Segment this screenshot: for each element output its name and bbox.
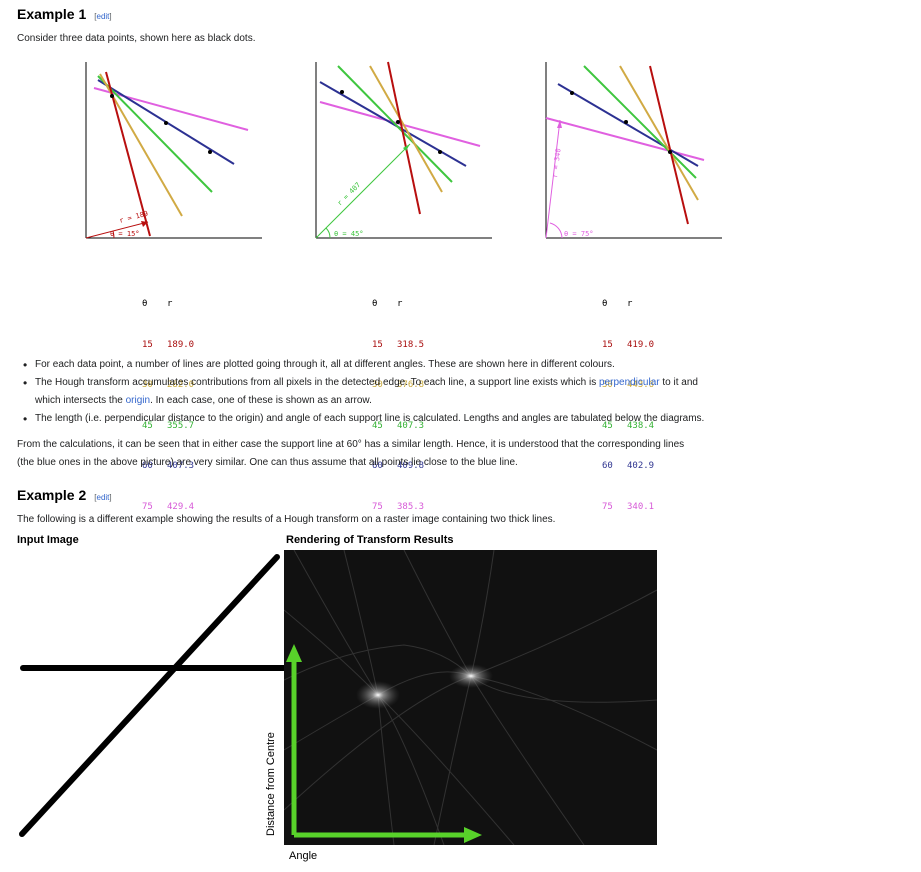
list-item: The Hough transform accumulates contribu… — [18, 374, 704, 410]
list-item: The length (i.e. perpendicular distance … — [18, 410, 704, 428]
data-point — [340, 90, 344, 94]
table-header: θr — [372, 299, 403, 309]
list-item: For each data point, a number of lines a… — [18, 356, 704, 374]
table-row: 15 419.0 — [602, 339, 655, 350]
example-1-intro: Consider three data points, shown here a… — [17, 33, 256, 44]
line-75 — [319, 101, 481, 147]
table-header: θr — [142, 299, 173, 309]
hough-figure-1: r = 189 θ = 15° — [85, 62, 262, 239]
line-15 — [649, 65, 689, 225]
peak-2 — [449, 664, 493, 688]
hough-figure-3: r = 340 θ = 75° — [545, 62, 722, 239]
line-30 — [619, 65, 699, 201]
origin-link[interactable]: origin — [126, 395, 150, 406]
line-45 — [583, 65, 697, 179]
table-row: 15 189.0 — [142, 339, 195, 350]
example-1-title: Example 1 — [17, 6, 87, 22]
data-point — [396, 120, 400, 124]
data-point — [668, 150, 672, 154]
hough-figure-2: r = 407 θ = 45° — [315, 61, 492, 239]
table-row: 15 318.5 — [372, 339, 425, 350]
peak-1 — [356, 681, 400, 709]
angle-arc — [325, 227, 331, 239]
edit-link-1[interactable]: edit — [97, 12, 110, 21]
angle-arc — [549, 222, 563, 239]
data-point — [208, 150, 212, 154]
line-45 — [337, 65, 453, 183]
theta-label: θ = 75° — [564, 230, 594, 238]
input-image-caption: Input Image — [17, 534, 79, 546]
line-60 — [319, 81, 467, 167]
input-image — [19, 554, 286, 837]
r-label: r = 407 — [336, 181, 363, 208]
support-arrow — [315, 143, 411, 239]
data-point — [624, 120, 628, 124]
line-60 — [557, 83, 699, 167]
r-label: r = 340 — [551, 148, 563, 178]
data-point — [164, 121, 168, 125]
x-axis-label: Angle — [289, 850, 318, 862]
table-header: θr — [602, 299, 633, 309]
theta-label: θ = 15° — [110, 230, 140, 238]
diagonal-thick-line — [19, 554, 280, 837]
example-1-heading: Example 1 [edit] — [17, 6, 112, 22]
line-15 — [387, 61, 421, 215]
y-axis-label: Distance from Centre — [265, 732, 277, 836]
example-2-heading: Example 2 [edit] — [17, 487, 112, 503]
edit-link-2[interactable]: edit — [97, 493, 110, 502]
edit-section-2: [edit] — [94, 493, 112, 502]
conclusion-line-2: (the blue ones in the above picture) are… — [17, 457, 518, 468]
theta-label: θ = 45° — [334, 230, 364, 238]
conclusion-line-1: From the calculations, it can be seen th… — [17, 439, 685, 450]
data-point — [570, 91, 574, 95]
hough-transform-result — [284, 550, 657, 845]
transform-result-caption: Rendering of Transform Results — [286, 534, 454, 546]
table-row: 75 340.1 — [602, 501, 655, 512]
example-2-intro: The following is a different example sho… — [17, 514, 556, 525]
edit-section-1: [edit] — [94, 12, 112, 21]
explanation-list: For each data point, a number of lines a… — [18, 356, 704, 428]
table-row: 60 402.9 — [602, 461, 655, 471]
perpendicular-link[interactable]: perpendicular — [599, 377, 660, 388]
data-point — [438, 150, 442, 154]
data-point — [110, 94, 114, 98]
example-2-title: Example 2 — [17, 487, 87, 503]
y-axis-label-wrap: Distance from Centre — [265, 732, 279, 850]
line-45 — [97, 75, 213, 193]
